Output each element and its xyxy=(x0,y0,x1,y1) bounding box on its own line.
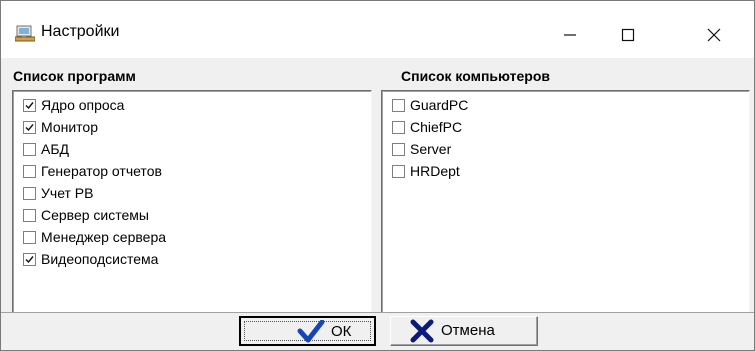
list-item[interactable]: АБД xyxy=(23,139,69,159)
checkbox[interactable] xyxy=(392,98,405,112)
list-item[interactable]: Видеоподсистема xyxy=(23,249,158,269)
list-item-label: Монитор xyxy=(41,119,98,135)
list-item[interactable]: Монитор xyxy=(23,117,98,137)
checkbox[interactable] xyxy=(23,208,36,222)
cancel-button-label: Отмена xyxy=(441,322,495,339)
cancel-x-icon xyxy=(409,319,435,347)
list-item-label: Сервер системы xyxy=(41,207,149,223)
list-item[interactable]: Генератор отчетов xyxy=(23,161,162,181)
checkbox[interactable] xyxy=(23,142,36,156)
list-item-label: Менеджер сервера xyxy=(41,229,167,245)
list-item-label: Видеоподсистема xyxy=(41,251,159,267)
list-item-label: Учет РВ xyxy=(41,185,94,201)
list-item-label: Генератор отчетов xyxy=(41,163,162,179)
list-item-label: HRDept xyxy=(410,163,460,179)
computers-listbox[interactable]: GuardPC ChiefPC Server HRDept xyxy=(381,90,750,313)
app-icon xyxy=(14,25,36,43)
list-item-label: АБД xyxy=(41,141,70,157)
list-item-label: Ядро опроса xyxy=(41,97,125,113)
checkmark-icon xyxy=(25,255,34,263)
list-item[interactable]: ChiefPC xyxy=(392,117,462,137)
list-item-label: ChiefPC xyxy=(410,119,463,135)
ok-button[interactable]: ОК xyxy=(239,316,376,346)
checkbox[interactable] xyxy=(23,98,36,112)
checkbox[interactable] xyxy=(392,120,405,134)
list-item[interactable]: Менеджер сервера xyxy=(23,227,166,247)
list-item[interactable]: GuardPC xyxy=(392,95,468,115)
title-bar: Настройки xyxy=(1,1,754,58)
programs-list-label: Список программ xyxy=(13,68,136,84)
list-item[interactable]: Ядро опроса xyxy=(23,95,124,115)
checkbox[interactable] xyxy=(23,186,36,200)
checkbox[interactable] xyxy=(23,252,36,266)
minimize-button[interactable] xyxy=(547,15,593,55)
checkmark-icon xyxy=(25,123,34,131)
settings-window: Настройки Список программ Список компьют… xyxy=(0,0,755,351)
checkbox[interactable] xyxy=(392,164,405,178)
checkbox[interactable] xyxy=(23,230,36,244)
list-item-label: GuardPC xyxy=(410,97,469,113)
checkbox[interactable] xyxy=(392,142,405,156)
list-item[interactable]: Учет РВ xyxy=(23,183,94,203)
cancel-button[interactable]: Отмена xyxy=(390,316,538,346)
computers-list-label: Список компьютеров xyxy=(401,68,550,84)
list-item[interactable]: Сервер системы xyxy=(23,205,149,225)
ok-button-label: ОК xyxy=(331,323,352,340)
minimize-icon xyxy=(564,34,576,36)
list-item-label: Server xyxy=(410,141,452,157)
close-button[interactable] xyxy=(691,15,737,55)
checkmark-icon xyxy=(25,101,34,109)
maximize-button[interactable] xyxy=(605,15,651,55)
close-icon xyxy=(707,28,721,42)
check-icon xyxy=(297,319,325,348)
button-bar: ОК Отмена xyxy=(1,312,754,350)
list-item[interactable]: Server xyxy=(392,139,451,159)
checkbox[interactable] xyxy=(23,120,36,134)
programs-listbox[interactable]: Ядро опроса Монитор АБД Генератор отчето… xyxy=(12,90,372,313)
maximize-icon xyxy=(621,28,635,42)
window-title: Настройки xyxy=(41,23,120,40)
list-item[interactable]: HRDept xyxy=(392,161,460,181)
checkbox[interactable] xyxy=(23,164,36,178)
